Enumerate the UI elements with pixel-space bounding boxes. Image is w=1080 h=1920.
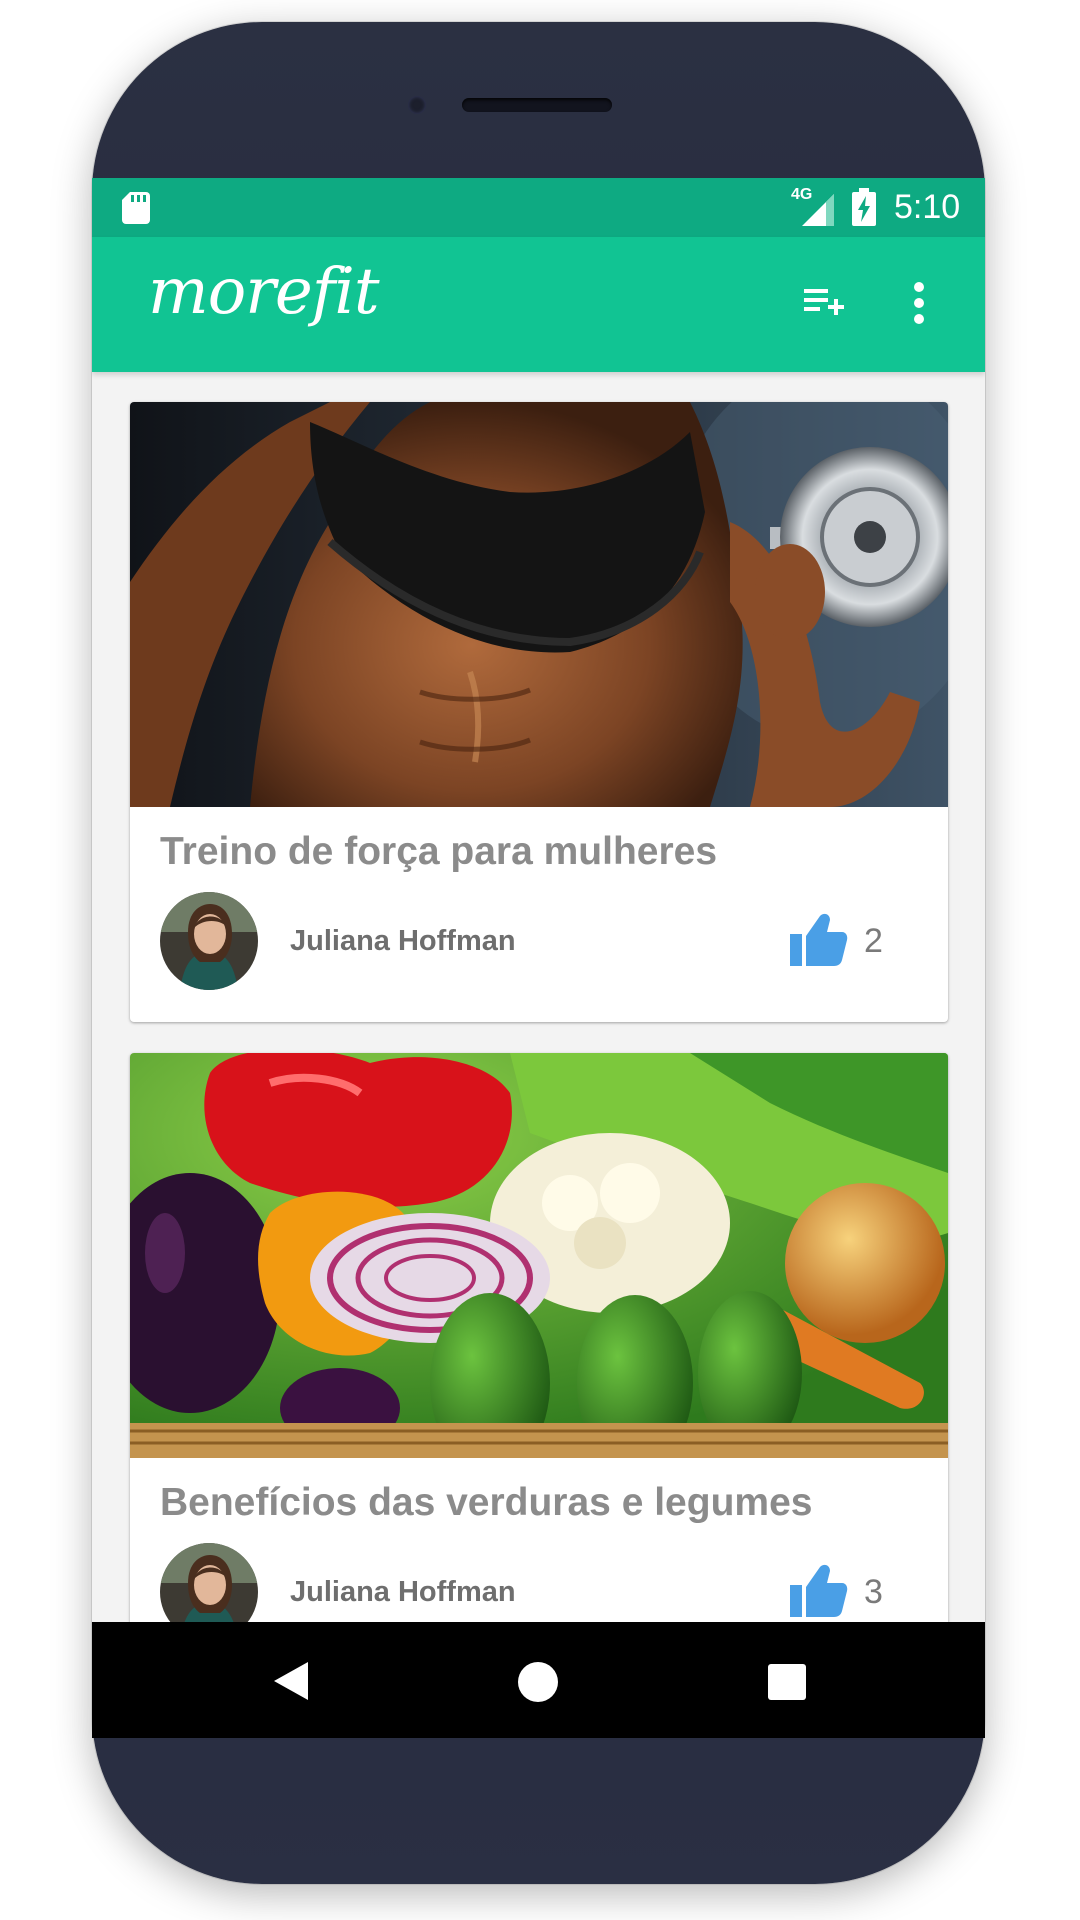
- signal-icon: [802, 194, 834, 226]
- app-logo: morefit: [148, 255, 380, 329]
- author-name[interactable]: Juliana Hoffman: [290, 1576, 516, 1609]
- author-name[interactable]: Juliana Hoffman: [290, 925, 516, 958]
- like-count: 3: [864, 1573, 883, 1611]
- post-title[interactable]: Benefícios das verduras e legumes: [160, 1481, 812, 1525]
- post-image-fitness[interactable]: [130, 402, 948, 807]
- post-card[interactable]: Treino de força para mulheres Juliana Ho…: [130, 402, 948, 1022]
- post-card[interactable]: Benefícios das verduras e legumes Julian…: [130, 1053, 948, 1673]
- clock: 5:10: [894, 188, 961, 226]
- front-camera: [408, 96, 426, 114]
- battery-charging-icon: [852, 188, 876, 226]
- system-nav-bar: [92, 1622, 985, 1738]
- sd-card-icon: [122, 192, 150, 224]
- thumbs-up-icon[interactable]: [790, 1563, 848, 1617]
- status-bar: 4G 5:10: [92, 178, 985, 237]
- like-count: 2: [864, 922, 883, 960]
- post-image-vegetables[interactable]: [130, 1053, 948, 1458]
- more-options-icon[interactable]: [912, 281, 926, 325]
- app-bar: morefit: [92, 237, 985, 372]
- avatar-photo: [160, 892, 258, 990]
- back-icon[interactable]: [272, 1660, 312, 1702]
- stage: 4G 5:10 morefit Treino de força para mul…: [0, 0, 1080, 1920]
- recent-apps-icon[interactable]: [768, 1664, 806, 1700]
- phone-screen: 4G 5:10 morefit Treino de força para mul…: [92, 178, 985, 1738]
- earpiece-speaker: [462, 98, 612, 112]
- post-title[interactable]: Treino de força para mulheres: [160, 830, 717, 874]
- playlist-add-icon[interactable]: [804, 287, 844, 319]
- thumbs-up-icon[interactable]: [790, 912, 848, 966]
- author-avatar[interactable]: [160, 892, 258, 990]
- post-feed: Treino de força para mulheres Juliana Ho…: [92, 372, 985, 1738]
- home-icon[interactable]: [518, 1662, 558, 1702]
